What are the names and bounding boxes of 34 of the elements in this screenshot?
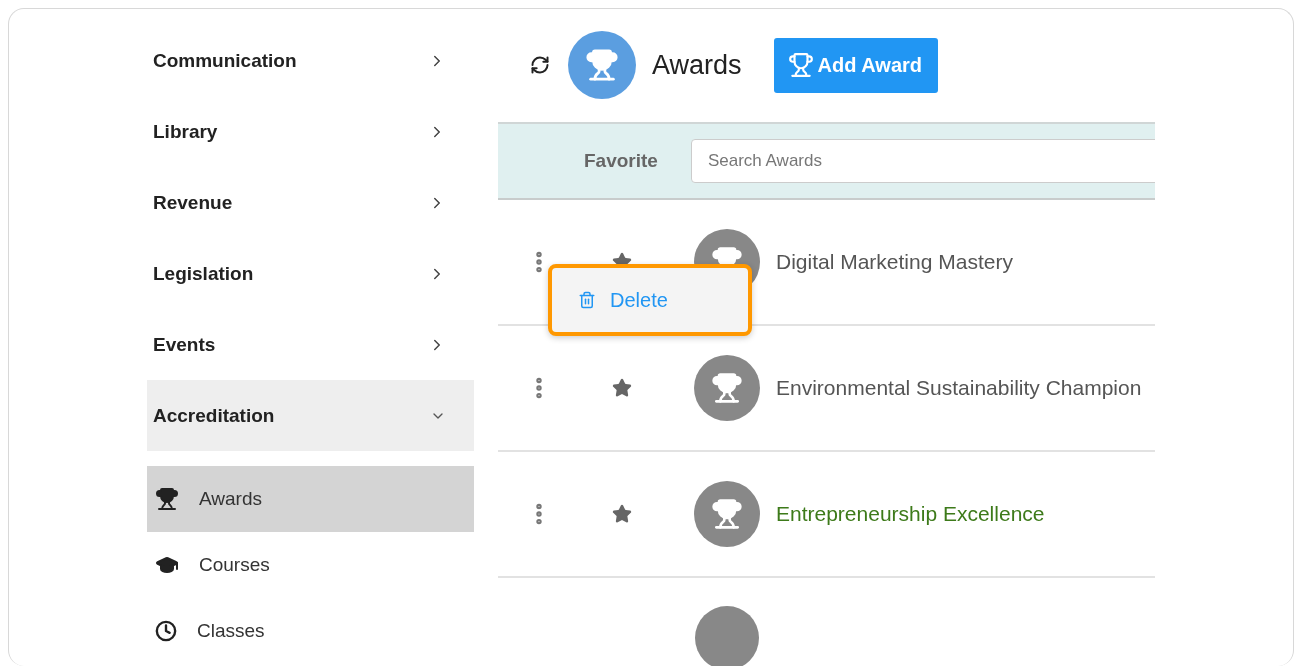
sidebar-label: Courses [199, 554, 270, 576]
sidebar-label: Classes [197, 620, 265, 642]
trash-icon [578, 291, 596, 309]
sidebar-item[interactable]: Events [147, 309, 474, 380]
sidebar-item[interactable]: Legislation [147, 238, 474, 309]
sidebar-item[interactable]: Accreditation [147, 380, 474, 451]
sidebar-item[interactable]: Communication [147, 25, 474, 96]
sidebar-subitem[interactable]: Classes [147, 598, 474, 664]
award-row[interactable]: Digital Marketing Mastery Delete [498, 200, 1155, 326]
sidebar-label: Legislation [153, 262, 254, 285]
sidebar-label: Communication [153, 49, 297, 72]
sidebar-subitem[interactable]: Courses [147, 532, 474, 598]
award-name[interactable]: Digital Marketing Mastery [776, 250, 1013, 274]
sidebar-subitem[interactable]: Awards [147, 466, 474, 532]
award-row[interactable]: Entrepreneurship Excellence [498, 452, 1155, 578]
sidebar-label: Revenue [153, 191, 233, 214]
award-row[interactable]: Environmental Sustainability Champion [498, 326, 1155, 452]
trophy-icon [155, 487, 179, 511]
sidebar-item[interactable]: Revenue [147, 167, 474, 238]
star-icon[interactable] [612, 378, 632, 398]
star-icon[interactable] [612, 504, 632, 524]
favorite-label[interactable]: Favorite [584, 149, 658, 172]
sidebar-label: Library [153, 120, 218, 143]
sidebar-label: Awards [199, 488, 262, 510]
trophy-icon [787, 52, 814, 79]
refresh-icon[interactable] [530, 55, 550, 76]
sidebar-label: Accreditation [153, 404, 275, 427]
search-field[interactable]: Search Awards [690, 138, 1155, 183]
clock-icon [155, 620, 177, 642]
award-name[interactable]: Entrepreneurship Excellence [776, 502, 1045, 526]
sidebar-item[interactable]: Library [147, 96, 474, 167]
sidebar-label: Events [153, 333, 216, 356]
page-title: Awards [652, 49, 742, 81]
award-name[interactable]: Environmental Sustainability Champion [776, 376, 1142, 400]
